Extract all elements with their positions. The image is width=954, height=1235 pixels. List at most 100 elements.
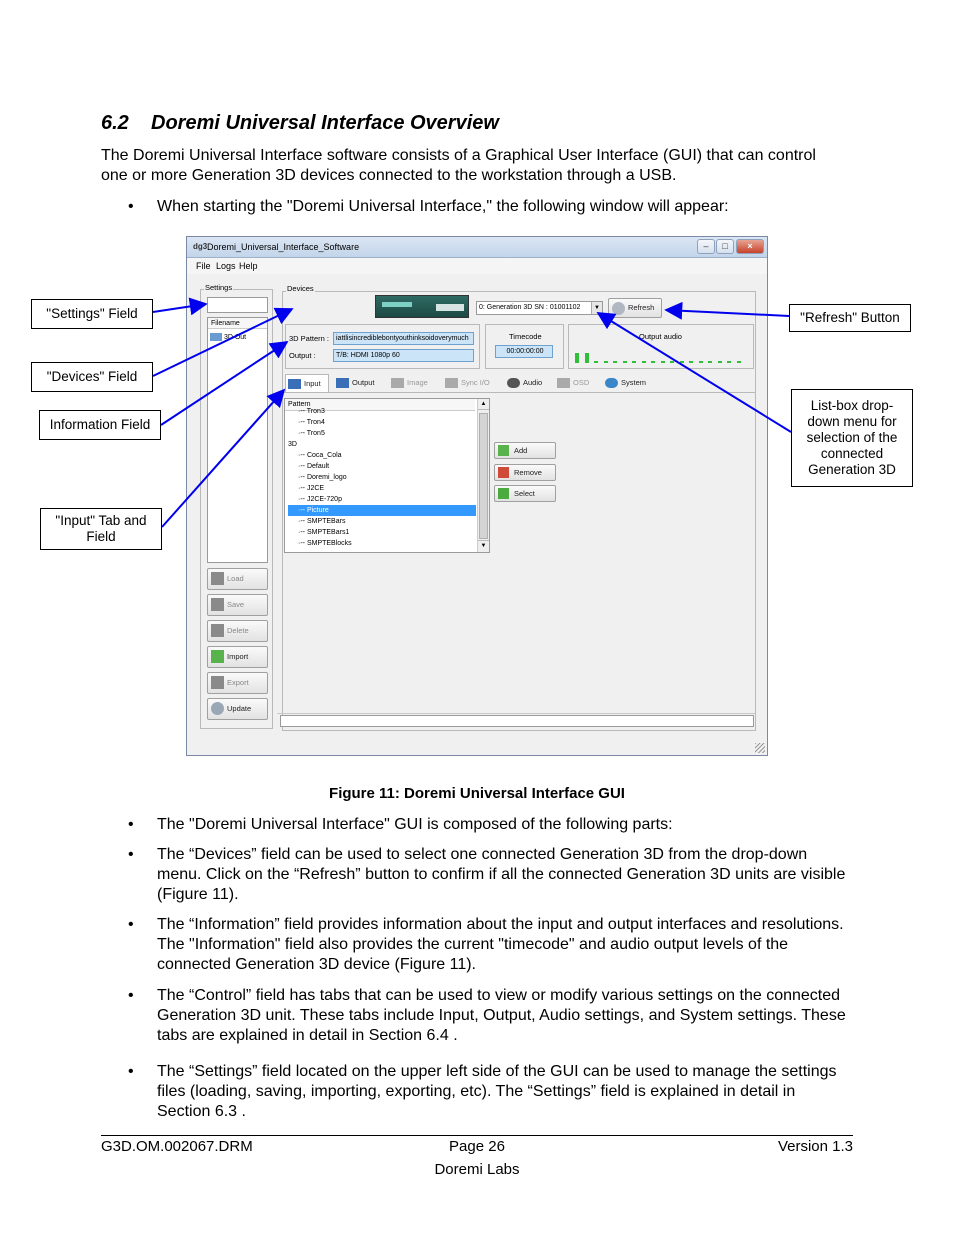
pattern-tree-item[interactable]: ·-- SMPTEBars1 (288, 527, 349, 538)
close-icon[interactable]: × (736, 239, 764, 254)
timecode-label: Timecode (509, 332, 542, 341)
tab-input-label: Input (304, 379, 321, 388)
select-button[interactable]: Select (494, 485, 556, 502)
scroll-down-icon[interactable]: ▼ (478, 540, 489, 551)
pattern-tree-item[interactable]: 3D (288, 439, 297, 450)
bullet-text: The "Doremi Universal Interface" GUI is … (157, 816, 673, 833)
tab-image[interactable]: Image (389, 374, 435, 392)
pattern-tree-item[interactable]: ·-- Doremi_logo (288, 472, 347, 483)
export-button[interactable]: Export (207, 672, 268, 694)
audio-meter-bar (594, 361, 598, 363)
pattern-tree-item[interactable]: ·-- Coca_Cola (288, 450, 342, 461)
scroll-up-icon[interactable]: ▲ (478, 399, 489, 410)
audio-meter-bar (651, 361, 655, 363)
refresh-button[interactable]: Refresh (608, 298, 662, 318)
chevron-down-icon[interactable]: ▼ (591, 302, 602, 314)
pattern-tree-item[interactable]: ·-- Tron4 (288, 417, 325, 428)
tab-strip-line (283, 392, 755, 393)
pattern-tree-item[interactable]: ·-- SMPTEBlocks (288, 538, 352, 549)
add-button-label: Add (514, 446, 528, 455)
import-icon (211, 650, 224, 663)
audio-meter-bar (632, 361, 636, 363)
file-item-label: 3D Out (223, 333, 247, 341)
bullet-glyph: • (128, 816, 134, 833)
input-icon (288, 379, 301, 389)
load-button[interactable]: Load (207, 568, 268, 590)
file-list-item[interactable]: 3D Out (210, 333, 246, 341)
import-button-label: Import (227, 652, 249, 661)
save-icon (211, 598, 224, 611)
audio-icon (507, 378, 520, 388)
delete-button[interactable]: Delete (207, 620, 268, 642)
pattern-tree-item[interactable]: ·-- SMPTEBars (288, 516, 345, 527)
output-value: T/B: HDMI 1080p 60 (333, 349, 474, 362)
resize-grip-icon[interactable] (755, 743, 765, 753)
import-button[interactable]: Import (207, 646, 268, 668)
load-icon (211, 572, 224, 585)
pattern-tree-item[interactable]: ·-- Default (288, 461, 329, 472)
audio-meter-bar (679, 361, 684, 363)
filename-column-header[interactable]: Filename (208, 318, 267, 329)
add-icon (498, 445, 509, 456)
footer-company: Doremi Labs (434, 1161, 520, 1178)
footer-rule (101, 1135, 853, 1136)
audio-meter-bar (660, 361, 665, 363)
audio-meter-bar (584, 353, 589, 363)
settings-file-list[interactable]: Filename 3D Out (207, 317, 268, 563)
scroll-thumb[interactable] (479, 413, 488, 539)
settings-name-input[interactable] (207, 297, 268, 313)
audio-meter-bar (736, 361, 741, 363)
pattern-list[interactable]: Pattern ·-- Tron3 ·-- Tron4 ·-- Tron5 3D ·--… (284, 398, 490, 553)
menu-bar: File Logs Help (187, 258, 767, 274)
remove-button[interactable]: Remove (494, 464, 556, 481)
tab-output[interactable]: Output (334, 374, 382, 392)
tab-system-label: System (621, 378, 647, 387)
pattern-label: 3D Pattern : (289, 334, 330, 343)
refresh-button-label: Refresh (628, 303, 655, 312)
bullet-glyph: • (128, 198, 134, 215)
output-icon (336, 378, 349, 388)
tab-input[interactable]: Input (285, 374, 329, 392)
menu-logs[interactable]: Logs (216, 261, 236, 271)
window-title: Doremi_Universal_Interface_Software (207, 242, 360, 252)
pattern-tree-item[interactable]: ·-- Tron3 (288, 406, 325, 417)
app-logo: dg3 (193, 242, 208, 251)
update-button-label: Update (227, 704, 252, 713)
settings-group-label: Settings (204, 283, 234, 292)
audio-meter-bar (575, 353, 579, 363)
pattern-list-scrollbar[interactable]: ▲ ▼ (477, 399, 489, 552)
menu-help[interactable]: Help (239, 261, 258, 271)
device-select[interactable]: 0: Generation 3D SN : 01001102 ▼ (476, 301, 603, 315)
export-icon (211, 676, 224, 689)
audio-meter-bar (698, 361, 703, 363)
tab-audio[interactable]: Audio (505, 374, 549, 392)
minimize-icon[interactable]: – (697, 239, 715, 254)
tab-sync-io[interactable]: Sync I/O (443, 374, 497, 392)
pattern-tree-item[interactable]: ·-- Picture (288, 505, 476, 516)
pattern-value: iattlisincrediblebontyouthinksoidoverymu… (333, 332, 474, 345)
audio-meter-bar (613, 361, 617, 363)
bullet-text: When starting the "Doremi Universal Inte… (157, 198, 729, 215)
update-button[interactable]: Update (207, 698, 268, 720)
timecode-value: 00:00:00:00 (495, 345, 553, 358)
audio-meter-bar (708, 361, 712, 363)
pattern-tree-item[interactable]: ·-- Tron5 (288, 428, 325, 439)
save-button[interactable]: Save (207, 594, 268, 616)
tab-osd[interactable]: OSD (555, 374, 595, 392)
tab-system[interactable]: System (603, 374, 653, 392)
pattern-tree: ·-- Tron3 ·-- Tron4 ·-- Tron5 3D ·-- Coca_Co… (288, 408, 476, 552)
pattern-tree-item[interactable]: ·-- J2CE (288, 483, 324, 494)
maximize-icon[interactable]: □ (716, 239, 734, 254)
add-button[interactable]: Add (494, 442, 556, 459)
section-heading: 6.2 Doremi Universal Interface Overview (101, 112, 499, 135)
section-title: Doremi Universal Interface Overview (151, 112, 499, 134)
sync-icon (445, 378, 458, 388)
audio-meter-bar (717, 361, 722, 363)
bullet-glyph: • (128, 916, 134, 933)
pattern-tree-item[interactable]: ·-- J2CE-720p (288, 494, 342, 505)
callout-listbox: List-box drop-down menu for selection of… (791, 389, 913, 487)
tab-sync-io-label: Sync I/O (461, 378, 490, 387)
menu-file[interactable]: File (196, 261, 211, 271)
delete-icon (211, 624, 224, 637)
audio-level-meters (573, 343, 749, 365)
